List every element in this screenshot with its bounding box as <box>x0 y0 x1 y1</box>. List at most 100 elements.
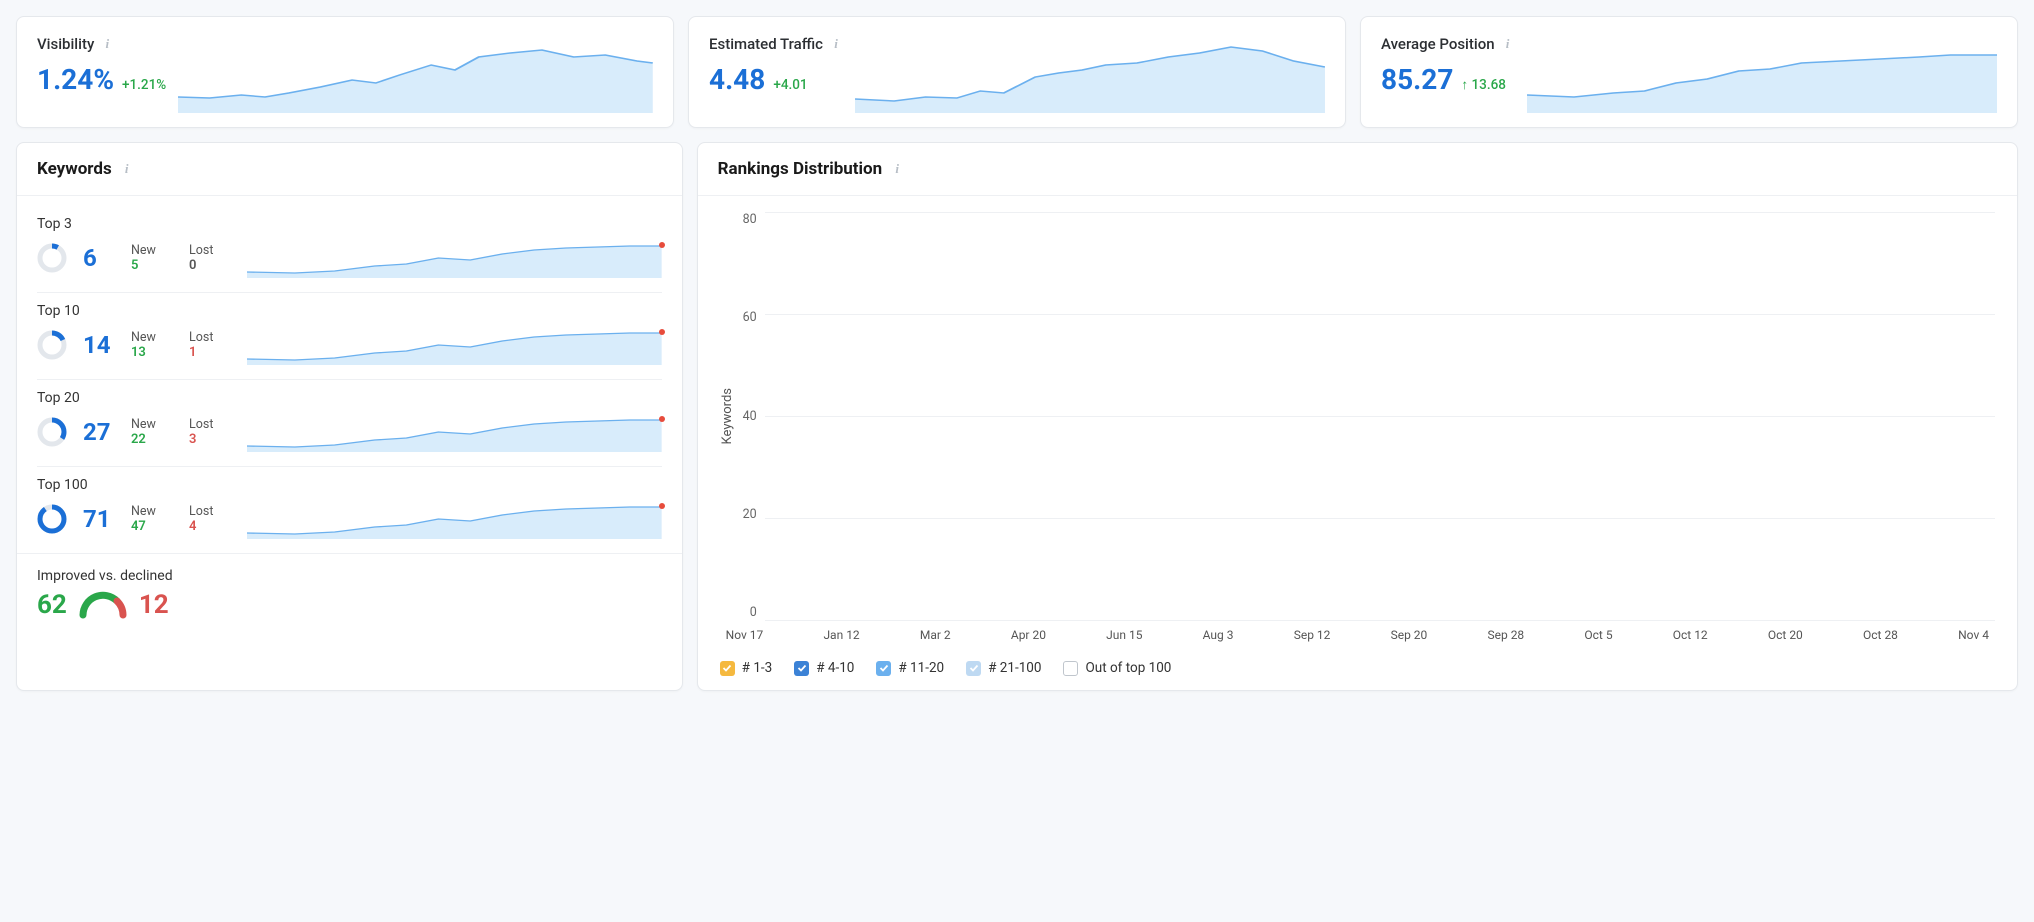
metric-delta: +1.21% <box>122 77 166 93</box>
info-icon[interactable]: i <box>1501 37 1515 51</box>
lost-value: 4 <box>189 519 231 534</box>
x-tick: Aug 3 <box>1203 628 1234 642</box>
improved-count: 62 <box>37 590 67 620</box>
new-label: New <box>131 330 173 345</box>
bucket-label: Top 100 <box>37 477 662 493</box>
lost-label: Lost <box>189 504 231 519</box>
lost-label: Lost <box>189 417 231 432</box>
legend-item[interactable]: # 11-20 <box>876 660 944 676</box>
lost-label: Lost <box>189 330 231 345</box>
metric-title: Visibility <box>37 35 94 53</box>
panel-keywords: Keywords i Top 3 6 New 5 Lost 0 <box>16 142 683 691</box>
endpoint-dot-icon <box>659 329 665 335</box>
metric-title: Estimated Traffic <box>709 35 823 53</box>
keyword-bucket-row[interactable]: Top 100 71 New 47 Lost 4 <box>37 467 662 553</box>
legend-item[interactable]: # 1-3 <box>720 660 773 676</box>
sparkline <box>178 35 653 113</box>
info-icon[interactable]: i <box>829 37 843 51</box>
x-tick: Nov 17 <box>726 628 764 642</box>
donut-icon <box>37 330 67 360</box>
bucket-label: Top 20 <box>37 390 662 406</box>
info-icon[interactable]: i <box>120 162 134 176</box>
lost-label: Lost <box>189 243 231 258</box>
distribution-chart[interactable] <box>765 212 1995 620</box>
metric-value: 1.24% <box>37 63 114 96</box>
lost-value: 0 <box>189 258 231 273</box>
x-tick: Oct 20 <box>1768 628 1803 642</box>
new-value: 47 <box>131 519 173 534</box>
x-tick: Nov 4 <box>1958 628 1989 642</box>
panel-rankings-distribution: Rankings Distribution i Keywords 8060402… <box>697 142 2018 691</box>
x-tick: Sep 28 <box>1487 628 1524 642</box>
x-tick: Sep 12 <box>1294 628 1331 642</box>
endpoint-dot-icon <box>659 242 665 248</box>
sparkline <box>855 35 1325 113</box>
improved-label: Improved vs. declined <box>37 568 662 584</box>
legend-label: # 21-100 <box>988 660 1041 676</box>
y-axis-ticks: 806040200 <box>743 212 765 620</box>
sparkline <box>1527 35 1997 113</box>
legend-checkbox-icon[interactable] <box>794 661 809 676</box>
chart-legend: # 1-3 # 4-10 # 11-20 # 21-100 Out of top… <box>720 660 1995 676</box>
metric-card-visibility[interactable]: Visibility i 1.24% +1.21% <box>16 16 674 128</box>
legend-item[interactable]: Out of top 100 <box>1063 660 1171 676</box>
x-tick: Sep 20 <box>1391 628 1428 642</box>
x-tick: Jan 12 <box>823 628 859 642</box>
panel-title: Rankings Distribution <box>718 159 883 179</box>
sparkline <box>247 412 662 452</box>
legend-checkbox-icon[interactable] <box>876 661 891 676</box>
declined-count: 12 <box>139 590 169 620</box>
x-tick: Jun 15 <box>1106 628 1142 642</box>
sparkline <box>247 325 662 365</box>
new-value: 13 <box>131 345 173 360</box>
keyword-bucket-row[interactable]: Top 20 27 New 22 Lost 3 <box>37 380 662 467</box>
donut-icon <box>37 243 67 273</box>
metric-value: 4.48 <box>709 63 765 96</box>
bucket-count: 14 <box>83 331 115 359</box>
legend-label: # 4-10 <box>816 660 854 676</box>
endpoint-dot-icon <box>659 503 665 509</box>
metric-delta: ↑ 13.68 <box>1461 77 1506 93</box>
lost-value: 1 <box>189 345 231 360</box>
legend-item[interactable]: # 4-10 <box>794 660 854 676</box>
sparkline <box>247 238 662 278</box>
sparkline <box>247 499 662 539</box>
x-tick: Apr 20 <box>1011 628 1046 642</box>
keyword-bucket-row[interactable]: Top 3 6 New 5 Lost 0 <box>37 206 662 293</box>
new-value: 5 <box>131 258 173 273</box>
lost-value: 3 <box>189 432 231 447</box>
legend-checkbox-icon[interactable] <box>1063 661 1078 676</box>
metric-card-traffic[interactable]: Estimated Traffic i 4.48 +4.01 <box>688 16 1346 128</box>
info-icon[interactable]: i <box>100 37 114 51</box>
x-tick: Mar 2 <box>920 628 951 642</box>
bucket-label: Top 3 <box>37 216 662 232</box>
bucket-count: 71 <box>83 505 115 533</box>
bucket-count: 27 <box>83 418 115 446</box>
metric-card-position[interactable]: Average Position i 85.27 ↑ 13.68 <box>1360 16 2018 128</box>
donut-icon <box>37 417 67 447</box>
x-tick: Oct 12 <box>1673 628 1708 642</box>
new-label: New <box>131 504 173 519</box>
legend-label: # 1-3 <box>742 660 773 676</box>
x-tick: Oct 28 <box>1863 628 1898 642</box>
endpoint-dot-icon <box>659 416 665 422</box>
arrow-up-icon: ↑ <box>1461 77 1468 93</box>
x-tick: Oct 5 <box>1584 628 1612 642</box>
legend-checkbox-icon[interactable] <box>720 661 735 676</box>
bucket-count: 6 <box>83 244 115 272</box>
info-icon[interactable]: i <box>890 162 904 176</box>
new-label: New <box>131 417 173 432</box>
new-label: New <box>131 243 173 258</box>
new-value: 22 <box>131 432 173 447</box>
panel-title: Keywords <box>37 159 112 179</box>
donut-icon <box>37 504 67 534</box>
y-axis-label: Keywords <box>720 388 735 444</box>
metric-title: Average Position <box>1381 35 1495 53</box>
legend-checkbox-icon[interactable] <box>966 661 981 676</box>
legend-item[interactable]: # 21-100 <box>966 660 1041 676</box>
legend-label: Out of top 100 <box>1085 660 1171 676</box>
x-axis-ticks: Nov 17 Jan 12 Mar 2 Apr 20 Jun 15 Aug 3 Sep 12… <box>720 628 1995 642</box>
legend-label: # 11-20 <box>898 660 944 676</box>
gauge-icon <box>79 591 127 619</box>
keyword-bucket-row[interactable]: Top 10 14 New 13 Lost 1 <box>37 293 662 380</box>
